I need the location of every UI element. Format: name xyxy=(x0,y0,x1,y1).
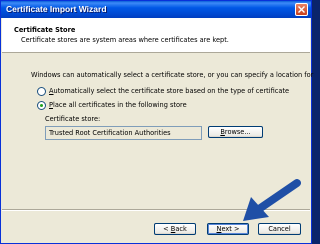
radio-auto-select-label[interactable]: Automatically select the certificate sto… xyxy=(49,87,289,95)
page-description: Certificate stores are system areas wher… xyxy=(21,36,229,44)
wizard-header: Certificate Store Certificate stores are… xyxy=(2,18,310,53)
certificate-store-field: Trusted Root Certification Authorities xyxy=(45,126,202,140)
cancel-button[interactable]: Cancel xyxy=(258,223,301,235)
title-bar[interactable]: Certificate Import Wizard xyxy=(1,1,311,18)
close-icon xyxy=(298,6,305,13)
certificate-store-label: Certificate store: xyxy=(45,115,101,123)
radio-auto-select-button[interactable] xyxy=(37,87,46,96)
page-title: Certificate Store xyxy=(14,26,76,34)
browse-button[interactable]: Browse... xyxy=(208,126,263,138)
certificate-import-wizard-window: Certificate Import Wizard Certificate St… xyxy=(0,0,314,244)
window-title: Certificate Import Wizard xyxy=(6,4,107,14)
intro-text: Windows can automatically select a certi… xyxy=(31,71,314,79)
radio-place-in-store-label[interactable]: Place all certificates in the following … xyxy=(49,101,187,109)
next-button[interactable]: Next > xyxy=(207,223,249,235)
close-button[interactable] xyxy=(295,3,308,16)
radio-place-in-store-button[interactable] xyxy=(37,101,46,110)
certificate-store-value: Trusted Root Certification Authorities xyxy=(49,129,171,137)
pointer-arrow-icon xyxy=(243,179,301,221)
back-button[interactable]: < Back xyxy=(154,223,196,235)
